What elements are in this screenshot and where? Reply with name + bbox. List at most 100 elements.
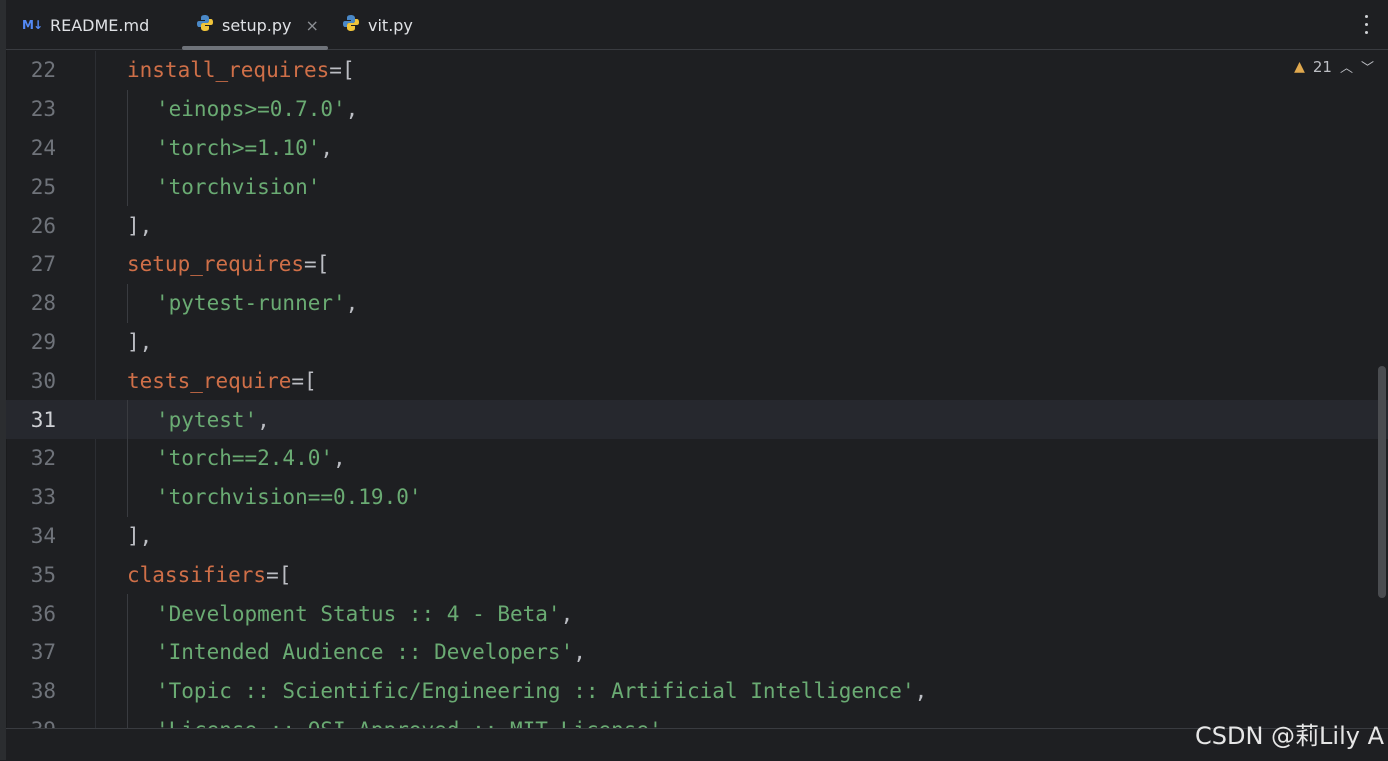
- indent-guide: [127, 89, 128, 129]
- code-line[interactable]: 37 'Intended Audience :: Developers',: [6, 633, 1388, 672]
- tab-label: vit.py: [368, 15, 413, 35]
- code-line[interactable]: 38 'Topic :: Scientific/Engineering :: Ar…: [6, 671, 1388, 711]
- line-number: 28: [30, 291, 56, 316]
- string-literal: 'pytest-runner': [156, 291, 346, 316]
- code-text: setup_requires=[: [127, 252, 329, 276]
- line-number: 36: [30, 601, 56, 626]
- indent-guide: [127, 633, 128, 672]
- code-line[interactable]: 35 classifiers=[: [6, 555, 1388, 594]
- indent-guide: [127, 477, 128, 517]
- close-icon[interactable]: ×: [305, 16, 318, 35]
- code-line[interactable]: 22 install_requires=[: [6, 51, 1388, 90]
- code-text: 'License :: OSI Approved :: MIT License'…: [156, 718, 674, 728]
- python-icon: [342, 14, 360, 36]
- line-number: 31: [30, 407, 56, 432]
- code-text: tests_require=[: [127, 369, 317, 393]
- code-text: 'Topic :: Scientific/Engineering :: Arti…: [156, 679, 927, 703]
- string-literal: 'torch==2.4.0': [156, 446, 334, 471]
- indent-guide: [127, 594, 128, 633]
- code-text: 'pytest',: [156, 408, 270, 432]
- keyword-argument: install_requires: [127, 58, 330, 83]
- indent-guide: [127, 283, 128, 323]
- code-line[interactable]: 39 'License :: OSI Approved :: MIT Licens…: [6, 710, 1388, 728]
- line-number: 37: [30, 640, 56, 665]
- warning-icon: ▲: [1294, 58, 1305, 75]
- line-number: 33: [30, 485, 56, 510]
- code-line[interactable]: 23 'einops>=0.7.0',: [6, 89, 1388, 129]
- code-line[interactable]: 31 'pytest',: [6, 400, 1388, 439]
- line-number: 25: [30, 174, 56, 199]
- line-number: 39: [6, 718, 56, 728]
- punctuation: =[: [266, 562, 292, 587]
- punctuation: ,: [345, 291, 359, 316]
- code-text: 'torch>=1.10',: [156, 136, 333, 160]
- tab-readme[interactable]: M↓ README.md: [22, 0, 149, 50]
- indent-guide: [127, 167, 128, 207]
- keyword-argument: classifiers: [127, 562, 267, 587]
- code-line[interactable]: 36 'Development Status :: 4 - Beta',: [6, 594, 1388, 633]
- code-line[interactable]: 32 'torch==2.4.0',: [6, 439, 1388, 478]
- tab-label: setup.py: [222, 15, 292, 35]
- line-number: 23: [30, 97, 56, 122]
- string-literal: 'torch>=1.10': [156, 135, 321, 160]
- punctuation: =[: [304, 252, 330, 277]
- code-text: 'torch==2.4.0',: [156, 446, 346, 470]
- chevron-down-icon[interactable]: ﹀: [1361, 57, 1374, 76]
- punctuation: =[: [291, 368, 317, 393]
- tab-setup-py[interactable]: setup.py ×: [182, 0, 328, 50]
- code-line[interactable]: 26],: [6, 206, 1388, 245]
- line-number: 32: [30, 446, 56, 471]
- indent-guide: [127, 439, 128, 478]
- code-text: 'torchvision==0.19.0': [156, 485, 422, 509]
- code-text: 'Development Status :: 4 - Beta',: [156, 602, 573, 626]
- code-line[interactable]: 25 'torchvision': [6, 167, 1388, 207]
- indent-guide: [127, 671, 128, 711]
- indent-guide: [127, 400, 128, 439]
- punctuation: =[: [329, 58, 355, 83]
- string-literal: 'torchvision==0.19.0': [156, 485, 422, 510]
- code-text: ],: [127, 213, 153, 238]
- indent-guide: [127, 710, 128, 728]
- keyword-argument: tests_require: [127, 368, 292, 393]
- code-line[interactable]: 33 'torchvision==0.19.0': [6, 477, 1388, 517]
- line-number: 34: [30, 523, 56, 548]
- more-options-icon[interactable]: [1356, 12, 1376, 36]
- line-number: 35: [30, 562, 56, 587]
- watermark: CSDN @莉Lily A: [1194, 722, 1384, 750]
- editor-tab-bar: M↓ README.md setup.py × vit.py: [6, 0, 1388, 50]
- inspection-widget[interactable]: ▲ 21 ︿ ﹀: [1294, 57, 1374, 77]
- code-line[interactable]: 29],: [6, 323, 1388, 362]
- punctuation: ,: [333, 446, 346, 471]
- code-text: classifiers=[: [127, 563, 291, 587]
- punctuation: ,: [914, 679, 928, 704]
- punctuation: ,: [257, 407, 270, 432]
- code-text: ],: [127, 329, 153, 354]
- chevron-up-icon[interactable]: ︿: [1340, 57, 1353, 76]
- code-text: 'pytest-runner',: [156, 291, 358, 315]
- tab-vit-py[interactable]: vit.py: [342, 0, 413, 50]
- tab-label: README.md: [50, 15, 150, 35]
- punctuation: ,: [560, 601, 574, 626]
- python-icon: [196, 14, 214, 36]
- line-number: 24: [30, 135, 56, 160]
- line-number: 27: [30, 252, 56, 277]
- status-strip: [6, 728, 1388, 761]
- code-text: ],: [127, 523, 153, 548]
- line-number: 26: [30, 213, 56, 238]
- string-literal: 'pytest': [156, 407, 258, 432]
- line-number: 29: [30, 329, 56, 354]
- code-editor[interactable]: 22 install_requires=[23'einops>=0.7.0', 24…: [6, 51, 1388, 728]
- warning-count: 21: [1312, 57, 1332, 76]
- keyword-argument: setup_requires: [127, 252, 305, 277]
- code-line[interactable]: 28 'pytest-runner',: [6, 283, 1388, 323]
- markdown-icon: M↓: [22, 18, 43, 32]
- code-line[interactable]: 27 setup_requires=[: [6, 245, 1388, 284]
- string-literal: 'License :: OSI Approved :: MIT License': [156, 718, 662, 728]
- code-line[interactable]: 34],: [6, 517, 1388, 556]
- string-literal: 'Topic :: Scientific/Engineering :: Arti…: [156, 679, 915, 704]
- code-line[interactable]: 24 'torch>=1.10',: [6, 128, 1388, 168]
- indent-guide: [127, 128, 128, 168]
- code-line[interactable]: 30 tests_require=[: [6, 361, 1388, 400]
- vertical-scrollbar[interactable]: [1378, 366, 1386, 598]
- code-text: 'torchvision': [156, 175, 320, 199]
